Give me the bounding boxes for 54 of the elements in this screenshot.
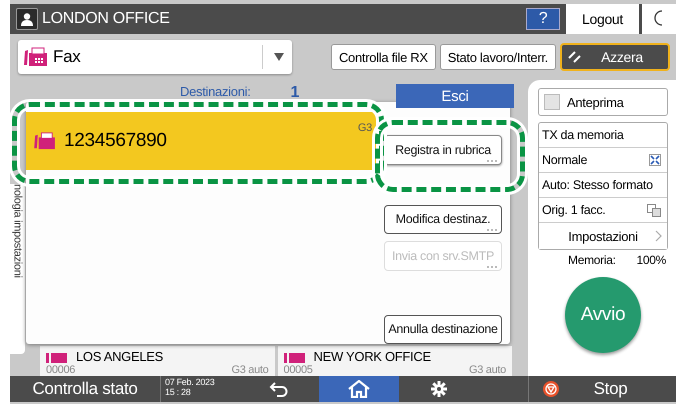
help-button[interactable]: ?: [526, 8, 560, 30]
logout-button[interactable]: Logout: [566, 4, 642, 34]
memory-label: Memoria:: [568, 253, 616, 267]
destination-entry[interactable]: NEW YORK OFFICE 00005 G3 auto: [278, 346, 512, 376]
destinations-label: Destinazioni:: [180, 84, 251, 99]
preview-checkbox[interactable]: Anteprima: [538, 88, 668, 116]
toolbar-button[interactable]: Stato lavoro/Interr.: [440, 44, 556, 70]
back-arrow-icon: [269, 381, 289, 397]
pages-icon: [647, 204, 661, 216]
entry-number: 00006: [46, 364, 76, 376]
setting-label: TX da memoria: [542, 128, 625, 142]
stop-icon: [543, 381, 559, 397]
start-button[interactable]: Avvio: [565, 277, 641, 353]
destination-row[interactable]: 1234567890 G3: [26, 112, 376, 170]
entry-name: LOS ANGELES: [76, 349, 164, 364]
home-button[interactable]: [319, 376, 399, 402]
settings-icon: [431, 381, 447, 397]
date-text: 07 Feb. 2023: [165, 377, 216, 387]
mode-dropdown[interactable]: Fax: [18, 40, 292, 74]
chevron-right-icon: [655, 230, 662, 242]
memory-value: 100%: [636, 253, 666, 267]
setting-row[interactable]: Normale: [539, 148, 667, 173]
toolbar-button[interactable]: Controlla file RX: [330, 44, 436, 70]
destination-entry[interactable]: LOS ANGELES 00006 G3 auto: [40, 346, 274, 376]
reset-icon: [568, 51, 582, 63]
more-indicator-icon: [487, 229, 497, 231]
action-button[interactable]: Modifica destinaz.: [384, 204, 502, 234]
entry-number: 00005: [284, 364, 313, 376]
time-text: 15 : 28: [165, 387, 192, 397]
setting-row[interactable]: Auto: Stesso formato: [539, 173, 667, 198]
entry-mode: G3 auto: [468, 364, 506, 376]
user-icon: [16, 8, 38, 30]
exit-button[interactable]: Esci: [396, 84, 514, 108]
setting-label: Orig. 1 facc.: [542, 203, 606, 217]
home-icon: [348, 380, 370, 398]
office-title: LONDON OFFICE: [42, 10, 170, 28]
more-indicator-icon: [487, 266, 497, 268]
night-mode-button[interactable]: [642, 4, 676, 34]
destination-count: 1: [290, 84, 300, 102]
action-button[interactable]: Registra in rubrica: [384, 135, 502, 164]
dropdown-caret-icon: [274, 53, 284, 61]
entry-name: NEW YORK OFFICE: [314, 349, 431, 364]
side-tab[interactable]: nologia impostazioni: [10, 184, 25, 354]
action-button[interactable]: Annulla destinazione: [384, 314, 502, 344]
moon-icon: [653, 10, 665, 26]
more-indicator-icon: [487, 160, 497, 162]
entry-mode: G3 auto: [231, 364, 268, 376]
stop-button[interactable]: Stop: [528, 376, 676, 402]
setting-row[interactable]: TX da memoria: [539, 123, 667, 148]
setting-label: Auto: Stesso formato: [542, 178, 654, 192]
check-status-button[interactable]: Controlla stato: [10, 376, 160, 402]
setting-label: Normale: [542, 153, 588, 167]
resolution-icon: [649, 154, 661, 166]
reset-button[interactable]: Azzera: [560, 43, 670, 71]
